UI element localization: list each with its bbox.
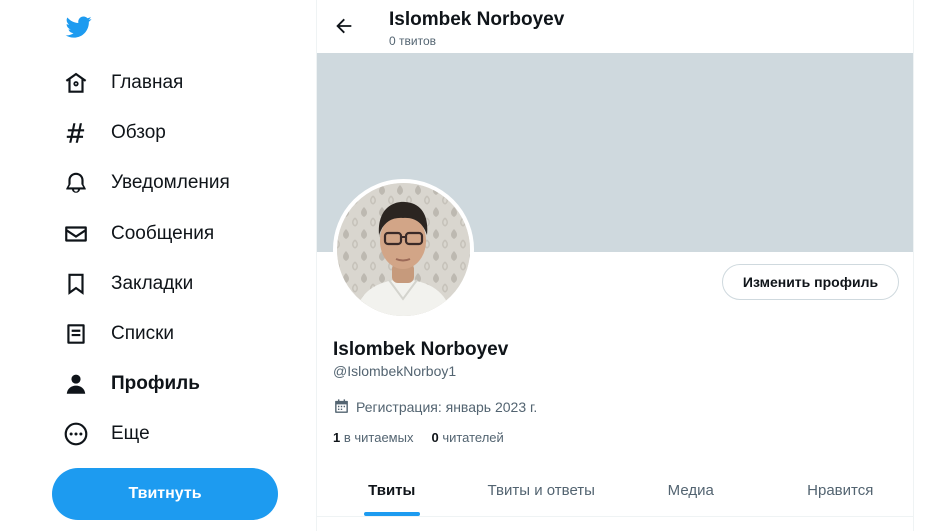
following-label: в читаемых xyxy=(343,430,414,445)
tab-tweets[interactable]: Твиты xyxy=(317,464,467,516)
tab-likes-label: Нравится xyxy=(807,481,874,499)
bell-icon xyxy=(63,170,89,196)
primary-nav: Главная Обзор Уведомления Сообщения Закл… xyxy=(52,58,292,460)
tab-tweets-and-replies-label: Твиты и ответы xyxy=(487,481,595,499)
following-count: 1 xyxy=(333,430,341,445)
person-icon xyxy=(63,371,89,397)
display-name: Islombek Norboyev xyxy=(333,339,509,360)
twitter-bird-icon[interactable] xyxy=(64,14,94,40)
profile-tabs: Твиты Твиты и ответы Медиа Нравится xyxy=(317,464,914,517)
nav-label-bookmarks: Закладки xyxy=(111,272,194,294)
join-date-text: Регистрация: январь 2023 г. xyxy=(356,398,538,415)
bookmark-icon xyxy=(63,271,89,297)
home-icon xyxy=(63,70,89,96)
nav-item-bookmarks[interactable]: Закладки xyxy=(52,259,292,309)
sidebar: Главная Обзор Уведомления Сообщения Закл… xyxy=(0,0,316,531)
nav-item-messages[interactable]: Сообщения xyxy=(52,209,292,259)
tab-likes[interactable]: Нравится xyxy=(766,464,914,516)
arrow-left-icon xyxy=(336,18,352,34)
nav-label-messages: Сообщения xyxy=(111,222,215,244)
join-date: Регистрация: январь 2023 г. xyxy=(333,398,537,415)
nav-item-home[interactable]: Главная xyxy=(52,58,292,108)
list-icon xyxy=(63,321,89,347)
back-button[interactable] xyxy=(331,13,357,39)
calendar-icon xyxy=(335,399,348,413)
nav-item-more[interactable]: Еще xyxy=(52,409,292,459)
followers-link[interactable]: 0 читателей xyxy=(431,430,503,445)
tab-tweets-and-replies[interactable]: Твиты и ответы xyxy=(467,464,617,516)
tab-tweets-label: Твиты xyxy=(368,481,416,499)
nav-label-notifications: Уведомления xyxy=(111,172,230,194)
profile-column: Islombek Norboyev 0 твитов Изменить проф… xyxy=(316,0,914,531)
header-name: Islombek Norboyev xyxy=(389,9,565,30)
hashtag-icon xyxy=(63,120,89,146)
more-circle-icon xyxy=(63,421,89,447)
nav-item-lists[interactable]: Списки xyxy=(52,309,292,359)
edit-profile-button[interactable]: Изменить профиль xyxy=(722,264,899,300)
envelope-icon xyxy=(63,221,89,247)
avatar[interactable] xyxy=(333,179,474,320)
nav-label-home: Главная xyxy=(111,72,184,94)
nav-label-more: Еще xyxy=(111,423,150,445)
tweet-button[interactable]: Твитнуть xyxy=(52,468,278,520)
user-handle: @IslombekNorboy1 xyxy=(333,363,457,379)
nav-label-lists: Списки xyxy=(111,323,175,345)
tab-media-label: Медиа xyxy=(667,481,714,499)
follow-stats: 1 в читаемых 0 читателей xyxy=(333,430,522,445)
nav-label-explore: Обзор xyxy=(111,122,166,144)
profile-header-bar: Islombek Norboyev 0 твитов xyxy=(317,0,913,53)
followers-label: читателей xyxy=(442,430,504,445)
nav-item-explore[interactable]: Обзор xyxy=(52,108,292,158)
nav-item-profile[interactable]: Профиль xyxy=(52,359,292,409)
active-tab-indicator xyxy=(363,512,420,516)
followers-count: 0 xyxy=(431,430,439,445)
avatar-photo xyxy=(337,183,470,316)
nav-item-notifications[interactable]: Уведомления xyxy=(52,158,292,208)
tab-media[interactable]: Медиа xyxy=(616,464,766,516)
following-link[interactable]: 1 в читаемых xyxy=(333,430,413,445)
nav-label-profile: Профиль xyxy=(111,373,200,395)
header-tweet-count: 0 твитов xyxy=(389,34,436,48)
